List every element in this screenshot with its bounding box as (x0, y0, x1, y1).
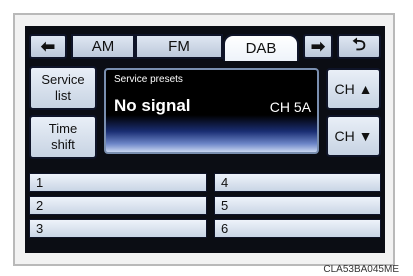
channel-up-button[interactable]: CH ▲ (326, 68, 381, 110)
channel-down-button[interactable]: CH ▼ (326, 115, 381, 157)
display-label: Service presets (114, 74, 183, 85)
preset-button-6[interactable]: 6 (214, 219, 381, 238)
previous-source-arrow[interactable]: ⬅ (29, 34, 67, 59)
tab-am[interactable]: AM (71, 34, 135, 59)
signal-status: No signal (114, 96, 191, 115)
time-shift-button[interactable]: Time shift (29, 115, 97, 159)
tab-fm[interactable]: FM (135, 34, 223, 59)
channel-readout: CH 5A (269, 99, 311, 115)
figure-caption: CLA53BA045ME (323, 264, 399, 275)
preset-button-2[interactable]: 2 (29, 196, 207, 215)
service-list-button[interactable]: Service list (29, 66, 97, 110)
source-tab-bar: ⬅ AM FM DAB ➡ ⮌ (29, 34, 381, 61)
preset-button-1[interactable]: 1 (29, 173, 207, 192)
preset-button-3[interactable]: 3 (29, 219, 207, 238)
preset-button-4[interactable]: 4 (214, 173, 381, 192)
preset-button-5[interactable]: 5 (214, 196, 381, 215)
next-source-arrow[interactable]: ➡ (303, 34, 333, 59)
station-display: Service presets No signal CH 5A (104, 68, 319, 154)
return-button[interactable]: ⮌ (337, 34, 381, 59)
tab-dab[interactable]: DAB (223, 34, 299, 61)
